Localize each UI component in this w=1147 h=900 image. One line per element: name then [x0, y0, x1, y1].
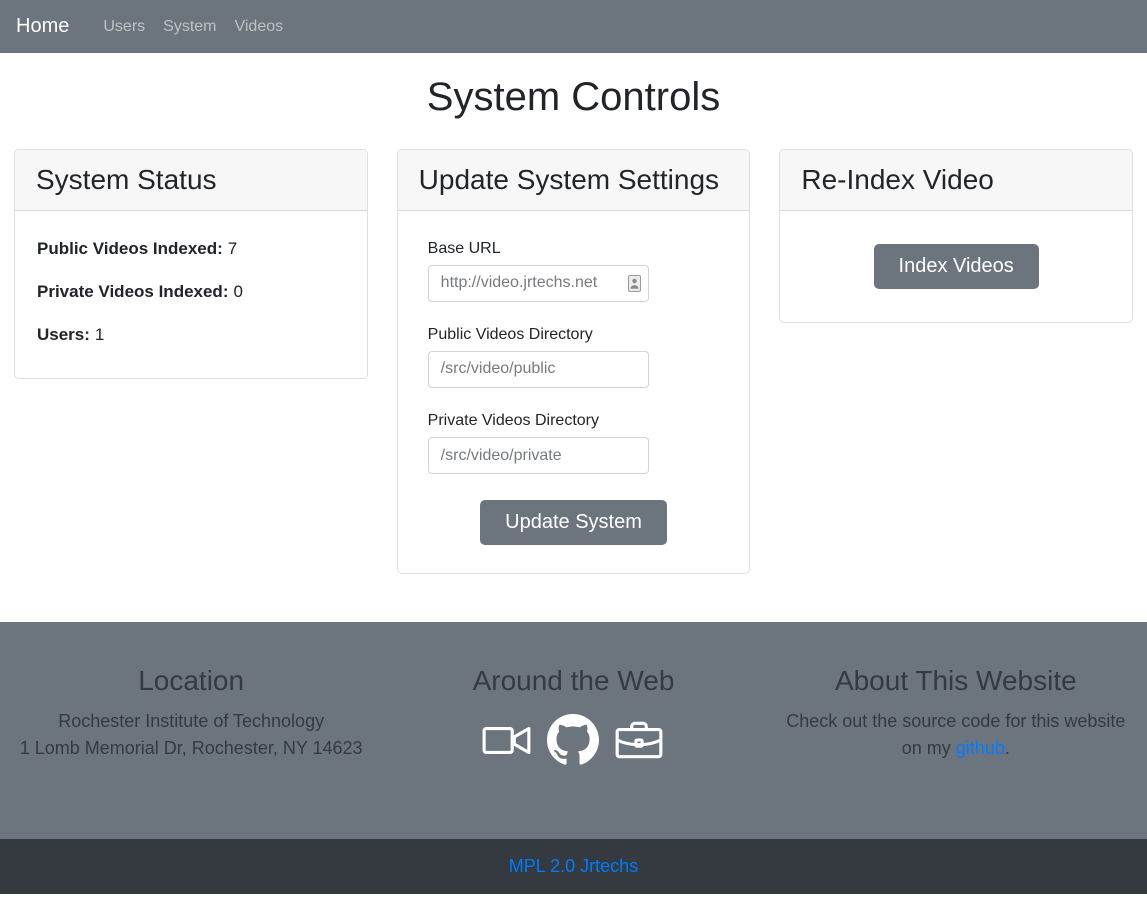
- location-line1: Rochester Institute of Technology: [10, 708, 372, 735]
- page-title: System Controls: [0, 73, 1147, 121]
- update-system-button[interactable]: Update System: [480, 500, 667, 545]
- autofill-icon: [628, 275, 641, 297]
- navbar: Home Users System Videos: [0, 0, 1147, 53]
- github-icon[interactable]: [547, 714, 599, 766]
- public-dir-label: Public Videos Directory: [428, 325, 720, 344]
- nav-brand-home[interactable]: Home: [16, 15, 69, 38]
- status-label: Users:: [37, 325, 90, 344]
- footer-location: Location Rochester Institute of Technolo…: [0, 664, 382, 839]
- reindex-card: Re-Index Video Index Videos: [779, 149, 1133, 323]
- status-value: 0: [233, 282, 242, 301]
- reindex-title: Re-Index Video: [780, 150, 1132, 211]
- index-videos-button[interactable]: Index Videos: [874, 244, 1039, 289]
- update-settings-form: Base URL Public Videos Directory: [398, 211, 750, 574]
- private-dir-input[interactable]: [428, 437, 649, 474]
- cards-row: System Status Public Videos Indexed: 7 Pr…: [0, 149, 1147, 574]
- nav-item-system[interactable]: System: [154, 18, 225, 36]
- status-row-public: Public Videos Indexed: 7: [37, 235, 345, 262]
- bottom-bar: MPL 2.0 Jrtechs: [0, 839, 1147, 894]
- about-heading: About This Website: [775, 664, 1137, 698]
- site-footer: Location Rochester Institute of Technolo…: [0, 622, 1147, 839]
- video-camera-icon[interactable]: [481, 720, 533, 760]
- system-status-title: System Status: [15, 150, 367, 211]
- base-url-input[interactable]: [428, 265, 649, 302]
- base-url-label: Base URL: [428, 239, 720, 258]
- status-row-users: Users: 1: [37, 321, 345, 348]
- private-dir-label: Private Videos Directory: [428, 411, 720, 430]
- around-the-web-heading: Around the Web: [392, 664, 754, 698]
- system-status-body: Public Videos Indexed: 7 Private Videos I…: [15, 211, 367, 378]
- status-label: Private Videos Indexed:: [37, 282, 228, 301]
- location-line2: 1 Lomb Memorial Dr, Rochester, NY 14623: [10, 735, 372, 762]
- footer-about: About This Website Check out the source …: [765, 664, 1147, 839]
- system-status-card: System Status Public Videos Indexed: 7 Pr…: [14, 149, 368, 379]
- update-settings-title: Update System Settings: [398, 150, 750, 211]
- license-link[interactable]: MPL 2.0 Jrtechs: [509, 856, 638, 877]
- update-settings-card: Update System Settings Base URL Publ: [397, 149, 751, 574]
- location-heading: Location: [10, 664, 372, 698]
- about-text: Check out the source code for this websi…: [775, 708, 1137, 762]
- public-dir-group: Public Videos Directory: [428, 325, 720, 388]
- nav-item-users[interactable]: Users: [94, 18, 154, 36]
- status-value: 7: [228, 239, 237, 258]
- private-dir-group: Private Videos Directory: [428, 411, 720, 474]
- nav-item-videos[interactable]: Videos: [225, 18, 292, 36]
- status-row-private: Private Videos Indexed: 0: [37, 278, 345, 305]
- github-link[interactable]: github: [956, 738, 1005, 758]
- reindex-body: Index Videos: [780, 211, 1132, 322]
- status-value: 1: [95, 325, 104, 344]
- social-icons-row: [392, 714, 754, 766]
- status-label: Public Videos Indexed:: [37, 239, 223, 258]
- base-url-group: Base URL: [428, 239, 720, 302]
- briefcase-icon[interactable]: [613, 718, 665, 762]
- about-text-after: .: [1005, 738, 1010, 758]
- public-dir-input[interactable]: [428, 351, 649, 388]
- footer-around-the-web: Around the Web: [382, 664, 764, 839]
